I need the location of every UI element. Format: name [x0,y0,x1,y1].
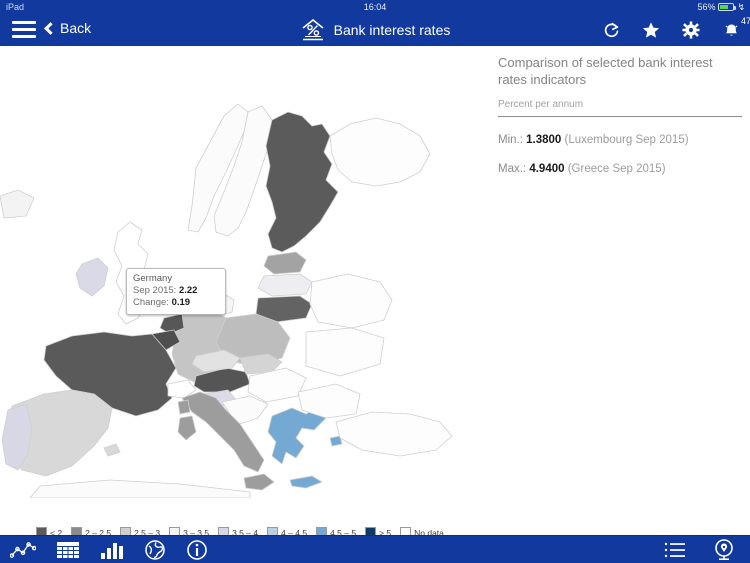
max-source: (Greece Sep 2015) [567,163,666,175]
panel-min-row: Min.: 1.3800 (Luxembourg Sep 2015) [498,134,742,146]
bell-icon[interactable]: 47 [722,16,750,40]
europe-choropleth-map[interactable]: Germany Sep 2015: 2.22 Change: 0.19 [0,46,490,498]
status-clock: 16:04 [363,2,387,12]
map-svg [0,46,490,498]
refresh-icon[interactable] [602,20,620,40]
main-content: Germany Sep 2015: 2.22 Change: 0.19 < 22… [0,46,750,563]
tooltip-change-value: 0.19 [171,297,191,308]
status-battery-group: 56% ↯ [697,0,745,14]
map-tooltip: Germany Sep 2015: 2.22 Change: 0.19 [126,268,226,315]
top-navigation-bar: Back Bank interest rates 47 [0,14,750,46]
max-value: 4.9400 [529,163,565,175]
bar-chart-icon[interactable] [100,540,124,560]
bank-percent-icon [302,18,324,41]
bottom-left-icons [10,536,208,563]
gear-icon[interactable] [682,20,700,40]
charging-icon: ↯ [737,2,745,12]
info-panel: Comparison of selected bank interest rat… [498,54,742,175]
nav-action-icons: 47 [602,14,750,46]
min-label: Min.: [498,134,523,146]
max-label: Max.: [498,163,527,175]
panel-subtitle: Percent per annum [498,99,584,110]
page-title: Bank interest rates [333,22,451,38]
globe-icon[interactable] [144,539,166,561]
panel-max-row: Max.: 4.9400 (Greece Sep 2015) [498,163,742,175]
tooltip-change-label: Change: [133,297,169,308]
min-source: (Luxembourg Sep 2015) [564,134,689,146]
app-root: iPad 16:04 56% ↯ Back Bank interest rate… [0,0,750,563]
bottom-right-icons [664,536,736,563]
table-icon[interactable] [56,540,80,560]
notification-badge: 47 [740,16,750,26]
battery-icon [718,3,737,11]
line-chart-icon[interactable] [10,540,36,560]
star-icon[interactable] [642,20,660,40]
list-icon[interactable] [664,541,686,559]
status-bar: iPad 16:04 56% ↯ [0,0,750,14]
info-icon[interactable] [186,539,208,561]
battery-percent-label: 56% [697,2,716,12]
panel-divider [498,116,742,117]
tooltip-date-label: Sep 2015: [133,285,177,296]
panel-title: Comparison of selected bank interest rat… [498,55,713,87]
tooltip-date-value: 2.22 [178,285,198,296]
bottom-toolbar [0,535,750,563]
tooltip-country: Germany [133,273,173,284]
min-value: 1.3800 [526,134,562,146]
globe-pin-icon[interactable] [712,538,736,562]
